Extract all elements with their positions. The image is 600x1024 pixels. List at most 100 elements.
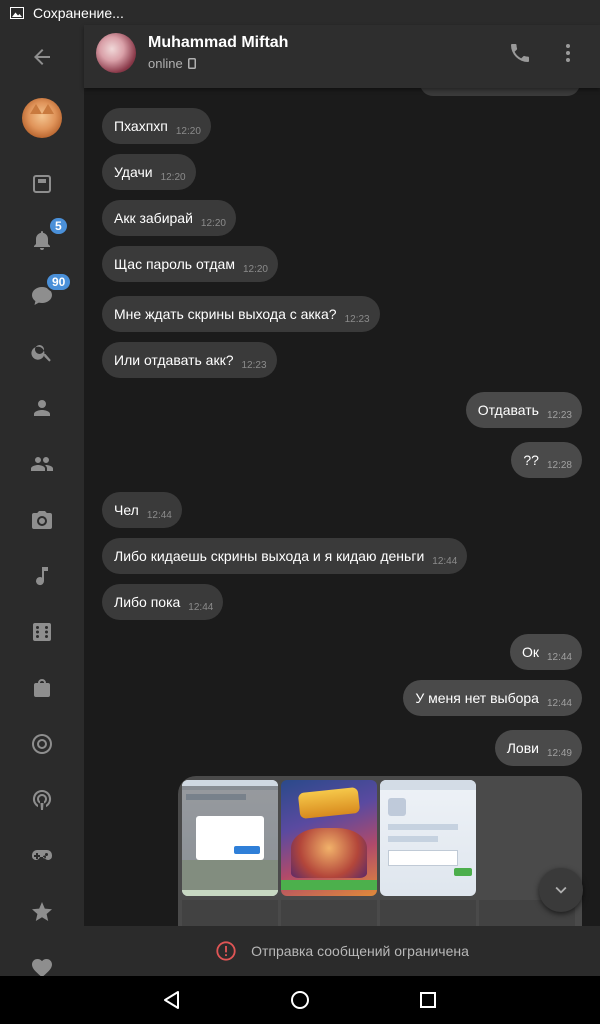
target-icon (32, 734, 52, 754)
incoming-message-bubble[interactable]: Либо кидаешь скрины выхода и я кидаю ден… (102, 538, 468, 574)
message-text: Либо пока (114, 594, 181, 610)
sidebar-item-news[interactable] (0, 160, 84, 208)
search-icon (31, 345, 51, 362)
music-note-icon (36, 567, 48, 586)
photo-thumbnail[interactable] (380, 900, 476, 926)
more-vertical-icon (566, 44, 570, 62)
image-icon (10, 6, 24, 19)
incoming-message-bubble[interactable]: Удачи 12:20 (102, 154, 196, 190)
sidebar-item-search[interactable] (0, 328, 84, 376)
message-text: Щас пароль отдам (114, 256, 235, 272)
circle-home-icon (291, 991, 309, 1009)
nav-back-button[interactable] (160, 988, 184, 1012)
sidebar-item-gamepad[interactable] (0, 832, 84, 880)
message-time: 12:20 (200, 217, 226, 229)
photo-thumbnail[interactable] (380, 780, 476, 896)
sidebar-item-friends[interactable] (0, 384, 84, 432)
message-time: 12:44 (432, 555, 458, 567)
profile-avatar-button[interactable] (0, 93, 84, 143)
podcast-icon (32, 789, 52, 810)
incoming-message-bubble[interactable]: Акк забирай 12:20 (102, 200, 236, 236)
sidebar-item-favorites[interactable] (0, 888, 84, 936)
photo-thumbnail[interactable] (281, 780, 377, 896)
message-text: Либо кидаешь скрины выхода и я кидаю ден… (114, 548, 425, 564)
message-time: 12:28 (546, 459, 572, 471)
incoming-message-bubble[interactable]: Или отдавать акк? 12:23 (102, 342, 277, 378)
message-text: Акк забирай (114, 210, 193, 226)
sidebar-item-games[interactable] (0, 608, 84, 656)
sidebar: 5 90 (0, 25, 84, 976)
avatar (22, 98, 62, 138)
photo-thumbnail[interactable] (281, 900, 377, 926)
incoming-message-bubble[interactable]: Щас пароль отдам 12:20 (102, 246, 278, 282)
message-time: 12:23 (241, 359, 267, 371)
message-text: Или отдавать акк? (114, 352, 234, 368)
mobile-phone-icon (187, 58, 196, 69)
arrow-left-icon (34, 49, 50, 65)
app-root: Сохранение... 5 90 Muhammad Miftah onlin… (0, 0, 600, 1024)
message-time: 12:44 (546, 651, 572, 663)
alert-circle-icon (216, 941, 236, 961)
group-icon (31, 457, 53, 471)
nav-recents-button[interactable] (416, 988, 440, 1012)
phone-icon (511, 44, 529, 62)
message-text: У меня нет выбора (415, 690, 539, 706)
sidebar-item-market[interactable] (0, 664, 84, 712)
chat-header: Muhammad Miftah online (84, 25, 600, 88)
nav-home-button[interactable] (288, 988, 312, 1012)
messaging-restricted-banner: Отправка сообщений ограничена (84, 926, 600, 976)
sidebar-item-notifications[interactable]: 5 (0, 216, 84, 264)
dice-icon (33, 623, 51, 641)
peer-status: online (148, 56, 196, 71)
camera-icon (32, 511, 52, 529)
photo-thumbnail[interactable] (182, 900, 278, 926)
gamepad-icon (32, 850, 52, 860)
call-button[interactable] (508, 41, 532, 65)
peer-avatar[interactable] (96, 33, 136, 73)
shopping-bag-icon (34, 679, 50, 697)
peer-status-text: online (148, 56, 183, 71)
messages-badge: 90 (45, 272, 73, 292)
scroll-to-bottom-button[interactable] (539, 868, 583, 912)
sidebar-item-messages[interactable]: 90 (0, 272, 84, 320)
message-time: 12:49 (546, 747, 572, 759)
message-time: 12:20 (160, 171, 186, 183)
incoming-message-bubble[interactable]: Чел 12:44 (102, 492, 182, 528)
sidebar-item-target[interactable] (0, 720, 84, 768)
incoming-message-bubble[interactable]: Либо пока 12:44 (102, 584, 224, 620)
system-nav-bar (0, 976, 600, 1024)
sidebar-item-music[interactable] (0, 552, 84, 600)
sidebar-item-liked[interactable] (0, 944, 84, 976)
message-text: Пхахпхп (114, 118, 168, 134)
outgoing-message-bubble[interactable]: Отдавать 12:23 (465, 392, 582, 428)
notifications-badge: 5 (48, 216, 69, 236)
outgoing-message-bubble[interactable]: У меня нет выбора 12:44 (403, 680, 582, 716)
sidebar-item-communities[interactable] (0, 440, 84, 488)
photo-thumbnail[interactable] (182, 780, 278, 896)
heart-icon (32, 959, 52, 976)
outgoing-message-bubble[interactable]: ?? 12:28 (511, 442, 582, 478)
peer-name[interactable]: Muhammad Miftah (148, 34, 288, 52)
sidebar-item-podcasts[interactable] (0, 776, 84, 824)
incoming-message-bubble[interactable]: Мне ждать скрины выхода с акка? 12:23 (102, 296, 380, 332)
outgoing-message-bubble[interactable]: Ок 12:44 (509, 634, 582, 670)
more-options-button[interactable] (556, 41, 580, 65)
status-bar-text: Сохранение... (33, 4, 124, 21)
outgoing-message-bubble[interactable]: Лови 12:49 (494, 730, 582, 766)
message-text: Отдавать (477, 402, 539, 418)
message-list[interactable]: Пхахпхп 12:20 Удачи 12:20 Акк забирай 12:20 Ща… (84, 88, 600, 926)
square-recents-icon (420, 992, 436, 1008)
message-time: 12:44 (146, 509, 172, 521)
incoming-message-bubble[interactable]: Пхахпхп 12:20 (102, 108, 211, 144)
message-text: Лови (506, 740, 539, 756)
message-time: 12:20 (242, 263, 268, 275)
sidebar-item-photos[interactable] (0, 496, 84, 544)
message-text: ?? (523, 452, 539, 468)
message-text: Мне ждать скрины выхода с акка? (114, 306, 337, 322)
media-album-bubble[interactable] (178, 776, 582, 926)
star-icon (32, 902, 52, 921)
back-button[interactable] (0, 33, 84, 81)
person-icon (34, 400, 50, 416)
triangle-back-icon (164, 991, 179, 1009)
messaging-restricted-text: Отправка сообщений ограничена (251, 943, 469, 959)
